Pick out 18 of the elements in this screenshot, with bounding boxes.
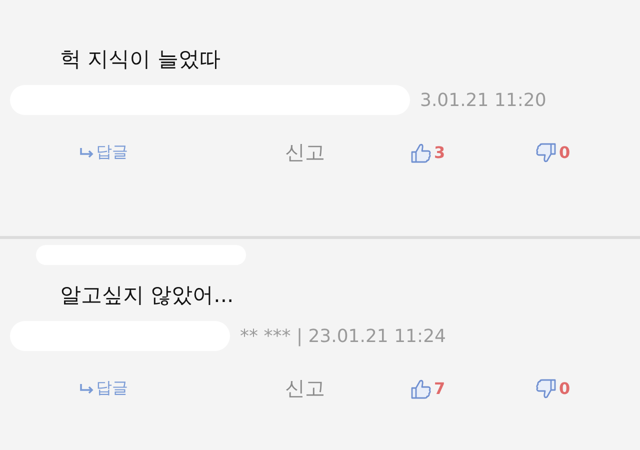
reply-button[interactable]: 답글 xyxy=(80,378,285,399)
thumbs-down-icon xyxy=(535,378,557,400)
like-button[interactable]: 7 xyxy=(410,378,535,400)
dislike-button[interactable]: 0 xyxy=(535,378,635,400)
report-button[interactable]: 신고 xyxy=(285,139,410,166)
reply-button[interactable]: 답글 xyxy=(80,142,285,163)
comment-text: 헉 지식이 늘었따 xyxy=(59,46,222,73)
reply-arrow-icon xyxy=(80,148,94,158)
comment-meta: 3.01.21 11:20 xyxy=(420,90,546,110)
reply-arrow-icon xyxy=(80,384,94,394)
comment-meta: ** *** | 23.01.21 11:24 xyxy=(240,326,446,346)
comment-text: 알고싶지 않았어... xyxy=(59,282,235,309)
like-button[interactable]: 3 xyxy=(410,142,535,164)
thumbs-up-icon xyxy=(410,142,432,164)
report-button[interactable]: 신고 xyxy=(285,375,410,402)
thumbs-down-icon xyxy=(535,142,557,164)
dislike-button[interactable]: 0 xyxy=(535,142,635,164)
thumbs-up-icon xyxy=(410,378,432,400)
